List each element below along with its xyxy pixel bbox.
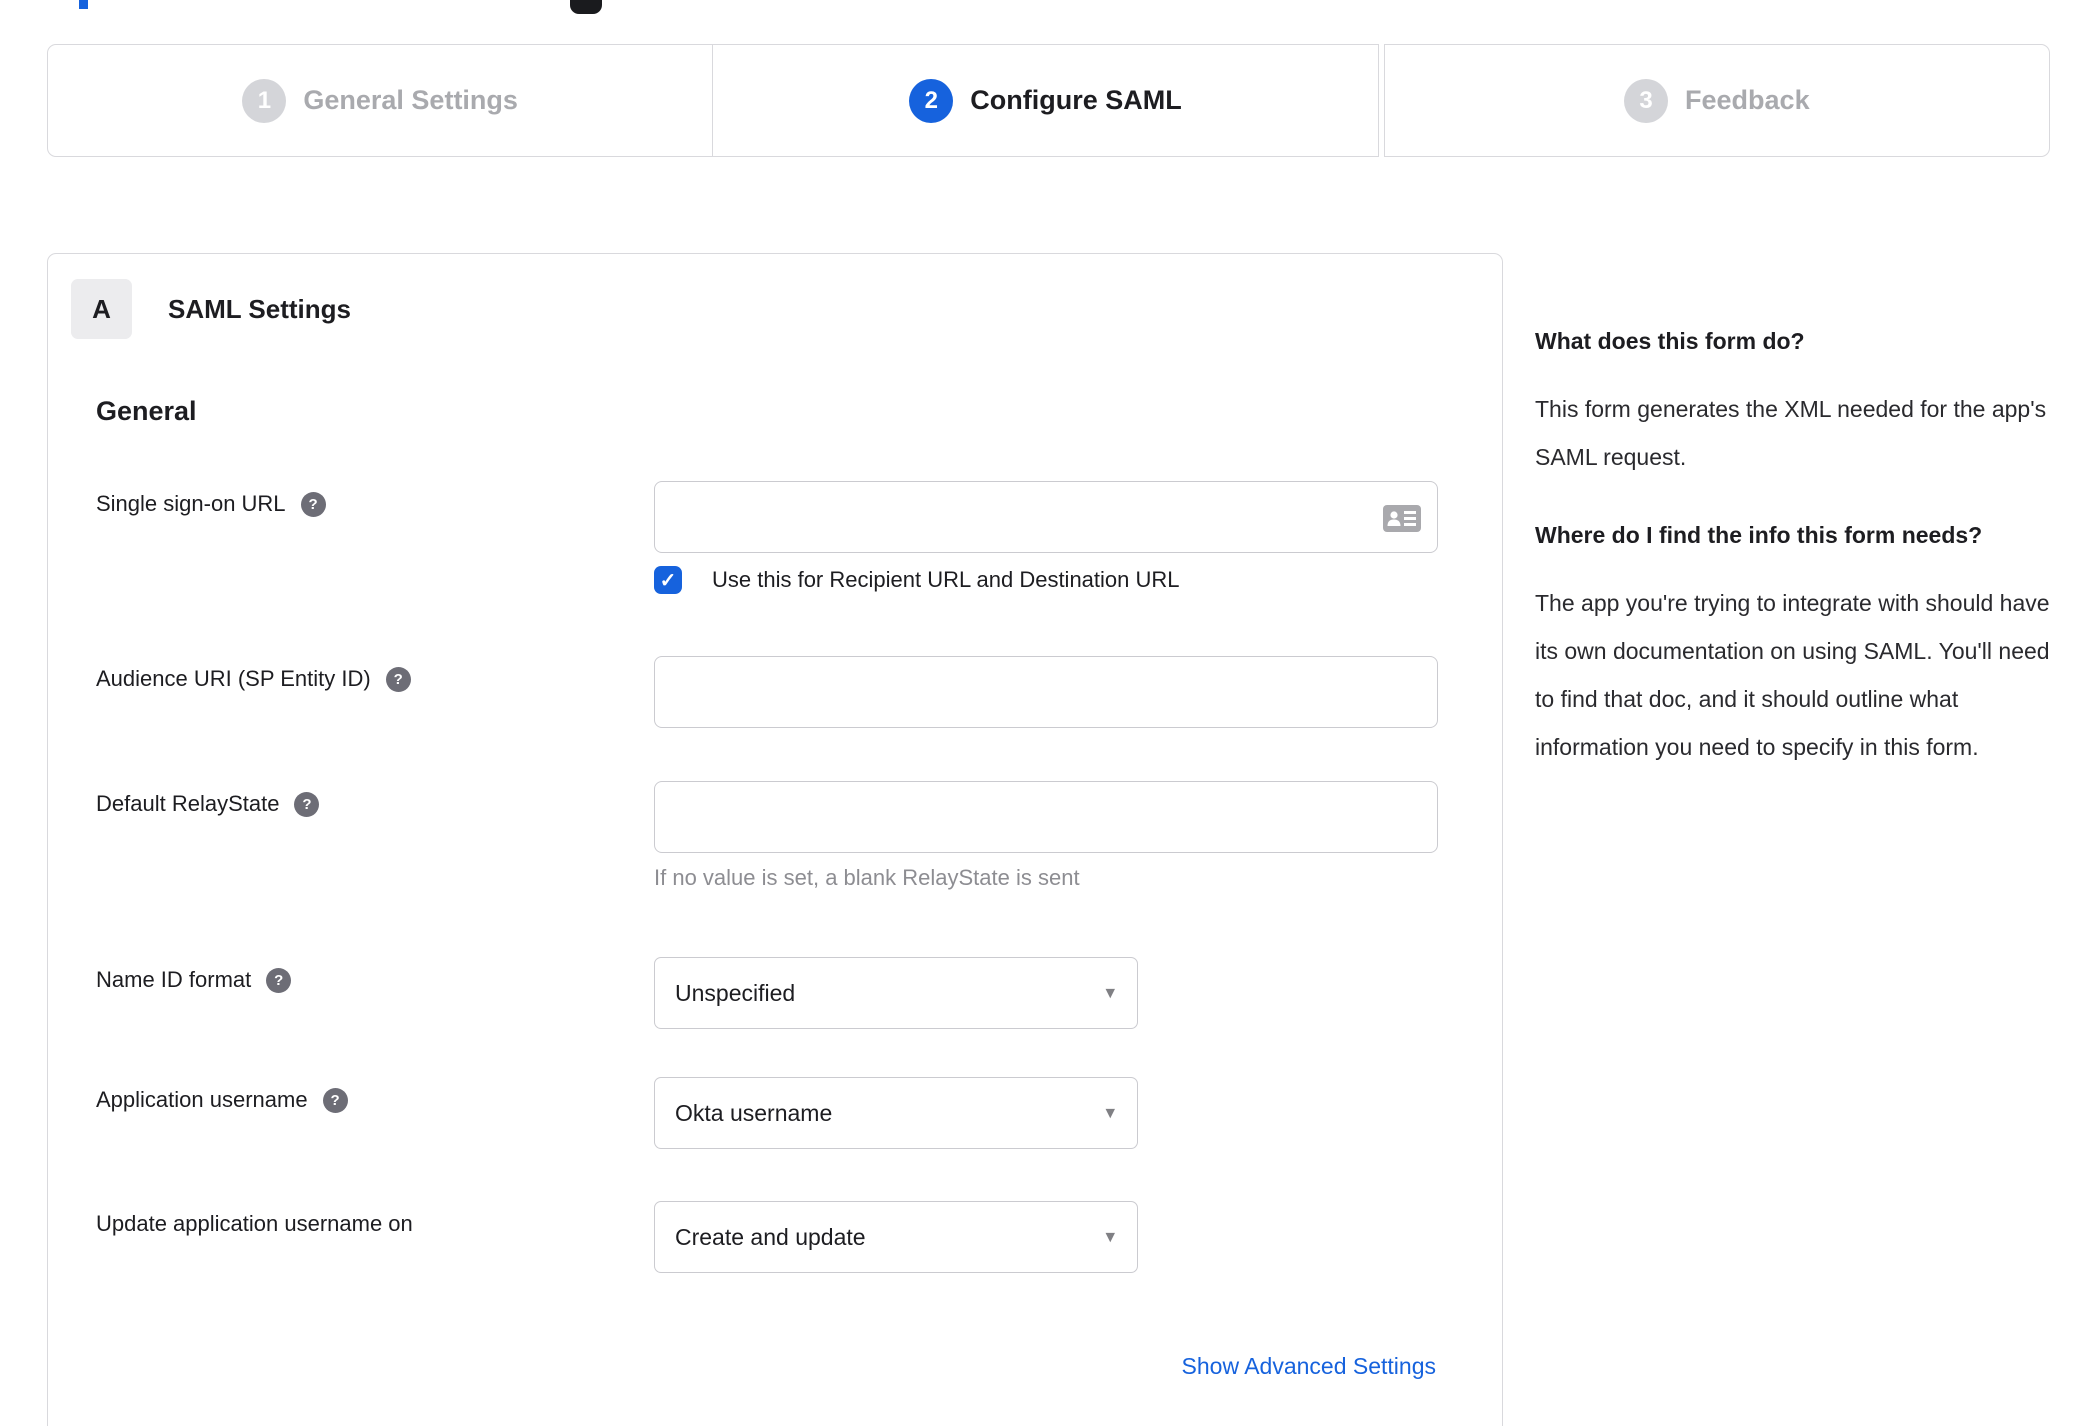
nameid-format-value: Unspecified — [675, 979, 796, 1006]
step-number-badge: 1 — [242, 78, 287, 123]
update-username-select[interactable]: Create and update ▾ — [654, 1201, 1138, 1273]
step-label: Configure SAML — [970, 85, 1182, 115]
relaystate-hint: If no value is set, a blank RelayState i… — [654, 865, 1080, 890]
application-username-select[interactable]: Okta username ▾ — [654, 1077, 1138, 1149]
step-number-badge: 2 — [909, 78, 954, 123]
nameid-format-label: Name ID format — [96, 967, 252, 992]
update-username-label: Update application username on — [96, 1211, 413, 1236]
section-title: SAML Settings — [168, 293, 351, 324]
sso-url-label: Single sign-on URL — [96, 491, 286, 516]
field-row-update-username: Update application username on Create an… — [96, 1201, 1436, 1273]
audience-uri-label: Audience URI (SP Entity ID) — [96, 666, 371, 691]
relaystate-label: Default RelayState — [96, 791, 280, 816]
help-icon[interactable]: ? — [385, 666, 411, 692]
help-icon[interactable]: ? — [300, 491, 326, 517]
group-heading-general: General — [96, 396, 197, 426]
field-row-sso: Single sign-on URL ? — [96, 481, 1438, 553]
page: 1 General Settings 2 Configure SAML 3 Fe… — [0, 0, 2092, 1426]
step-number-badge: 3 — [1624, 78, 1669, 123]
chevron-down-icon: ▾ — [1105, 982, 1115, 1004]
sidebar-paragraph-where: The app you're trying to integrate with … — [1535, 590, 2050, 760]
help-icon[interactable]: ? — [294, 791, 320, 817]
application-username-label: Application username — [96, 1087, 308, 1112]
sidebar-heading-what: What does this form do? — [1535, 328, 1805, 354]
recipient-url-checkbox[interactable]: ✓ — [654, 566, 682, 594]
sidebar-paragraph-what: This form generates the XML needed for t… — [1535, 396, 2047, 470]
advanced-settings-row: Show Advanced Settings — [96, 1353, 1436, 1380]
clipped-tab-accent — [79, 0, 88, 9]
recipient-url-checkbox-label: Use this for Recipient URL and Destinati… — [712, 567, 1180, 592]
relaystate-input[interactable] — [654, 781, 1438, 853]
update-username-value: Create and update — [675, 1223, 866, 1250]
contact-card-icon[interactable] — [1383, 505, 1421, 532]
help-icon[interactable]: ? — [266, 967, 292, 993]
help-sidebar: What does this form do? This form genera… — [1535, 318, 2051, 771]
chevron-down-icon: ▾ — [1105, 1102, 1115, 1124]
wizard-stepper: 1 General Settings 2 Configure SAML 3 Fe… — [47, 44, 2050, 157]
recipient-url-checkbox-row: ✓ Use this for Recipient URL and Destina… — [654, 566, 1436, 594]
clipped-header-icon — [570, 0, 602, 14]
sidebar-heading-where: Where do I find the info this form needs… — [1535, 522, 1983, 548]
field-row-nameid: Name ID format ? Unspecified ▾ — [96, 957, 1436, 1029]
saml-settings-panel: A SAML Settings General Single sign-on U… — [47, 253, 1503, 1426]
audience-uri-input[interactable] — [654, 656, 1438, 728]
show-advanced-settings-link[interactable]: Show Advanced Settings — [1182, 1353, 1436, 1379]
field-row-relaystate: Default RelayState ? — [96, 781, 1438, 853]
field-row-appusername: Application username ? Okta username ▾ — [96, 1077, 1436, 1149]
application-username-value: Okta username — [675, 1099, 833, 1126]
step-configure-saml[interactable]: 2 Configure SAML — [712, 44, 1379, 157]
step-label: General Settings — [303, 85, 518, 115]
help-icon[interactable]: ? — [322, 1087, 348, 1113]
step-general-settings[interactable]: 1 General Settings — [47, 44, 714, 157]
field-row-audience: Audience URI (SP Entity ID) ? — [96, 656, 1438, 728]
sso-url-input[interactable] — [654, 481, 1438, 553]
step-feedback[interactable]: 3 Feedback — [1383, 44, 2050, 157]
panel-header: A SAML Settings — [71, 279, 1436, 339]
chevron-down-icon: ▾ — [1105, 1226, 1115, 1248]
section-badge: A — [71, 279, 132, 339]
step-label: Feedback — [1685, 85, 1810, 115]
nameid-format-select[interactable]: Unspecified ▾ — [654, 957, 1138, 1029]
